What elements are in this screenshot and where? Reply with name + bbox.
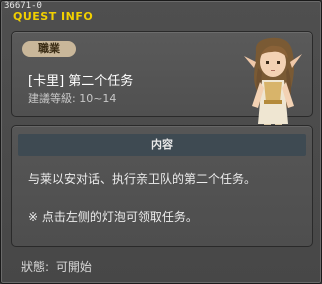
status-value: 可開始 bbox=[55, 260, 92, 274]
content-header: 内容 bbox=[18, 134, 306, 156]
status-label: 狀態 bbox=[21, 260, 46, 274]
quest-name: [卡里] 第二个任务 bbox=[28, 74, 134, 89]
job-badge: 職業 bbox=[22, 41, 76, 57]
elf-npc-portrait-icon bbox=[244, 37, 302, 139]
quest-info-window: 36671-0 QUEST INFO 職業 [卡里] 第二个任务 建議等級: 1… bbox=[0, 0, 322, 284]
title-bar[interactable]: 36671-0 QUEST INFO bbox=[1, 1, 321, 23]
level-range: 10~14 bbox=[79, 92, 117, 105]
quest-content-panel: 内容 与莱以安对话、执行亲卫队的第二个任务。 ※ 点击左侧的灯泡可领取任务。 bbox=[11, 125, 313, 247]
quest-status: 狀態: 可開始 bbox=[21, 260, 92, 274]
recommended-level: 建議等級: 10~14 bbox=[28, 92, 117, 105]
quest-description: 与莱以安对话、执行亲卫队的第二个任务。 bbox=[28, 172, 257, 186]
quest-header-panel: 職業 [卡里] 第二个任务 建議等級: 10~14 bbox=[11, 31, 313, 139]
level-label: 建議等級 bbox=[28, 92, 72, 105]
window-title: QUEST INFO bbox=[13, 10, 94, 23]
quest-note: ※ 点击左侧的灯泡可领取任务。 bbox=[28, 210, 198, 224]
